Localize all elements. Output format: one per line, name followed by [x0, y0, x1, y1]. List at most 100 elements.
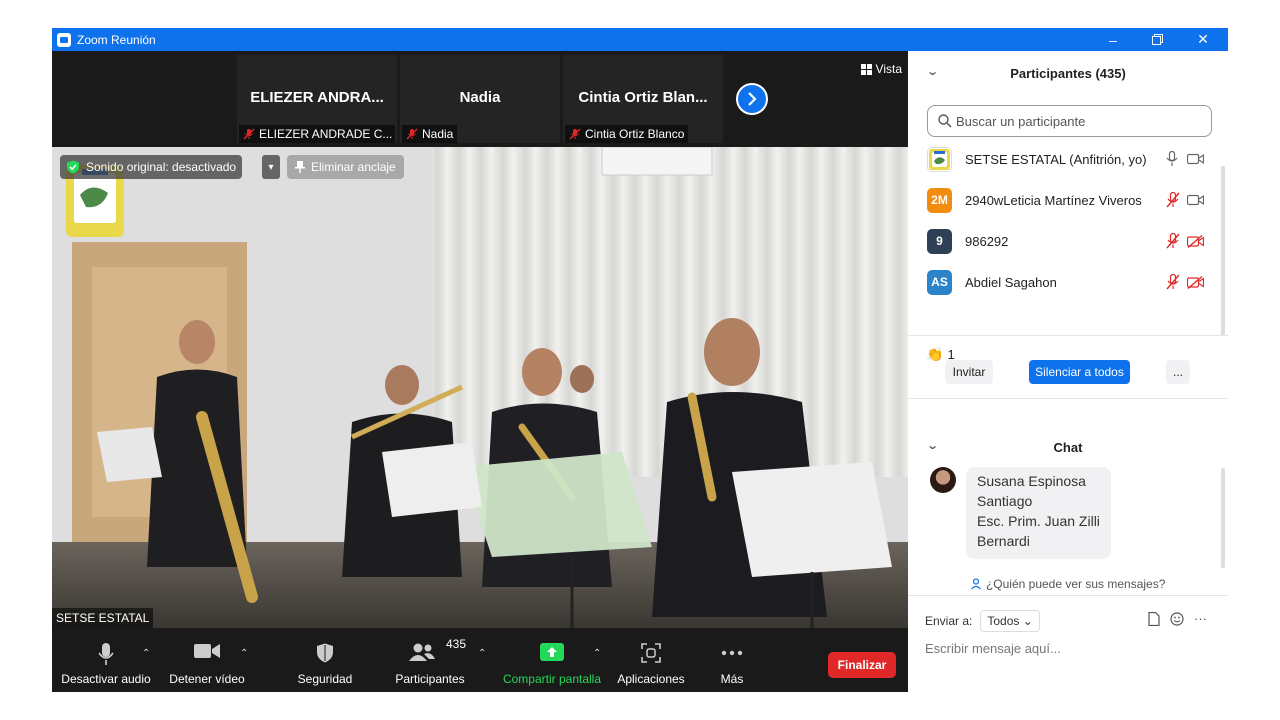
speaker-name-label: SETSE ESTATAL: [52, 608, 154, 628]
emoji-icon[interactable]: [1170, 611, 1184, 626]
chat-tools: ···: [1148, 611, 1207, 626]
muted-mic-icon[interactable]: [1166, 192, 1180, 208]
grid-icon: [860, 63, 872, 75]
title-bar: Zoom Reunión – ✕: [52, 28, 1228, 51]
view-button[interactable]: Vista: [860, 62, 902, 76]
chat-message-input[interactable]: Escribir mensaje aquí...: [925, 641, 1215, 656]
participant-name: SETSE ESTATAL (Anfitrión, yo): [965, 151, 1147, 167]
participant-row[interactable]: AS Abdiel Sagahon: [908, 262, 1218, 302]
audio-options-caret[interactable]: ⌃: [142, 648, 150, 659]
participant-thumbnail[interactable]: Nadia Nadia: [400, 55, 560, 143]
original-sound-status[interactable]: Sonido original: desactivado: [60, 155, 243, 179]
who-can-see-messages-link[interactable]: ¿Quién puede ver sus mensajes?: [908, 577, 1228, 591]
view-button-label: Vista: [875, 62, 902, 76]
apps-button[interactable]: Aplicaciones: [612, 628, 690, 692]
thumbnail-label: Nadia: [402, 125, 458, 143]
mute-audio-button[interactable]: Desactivar audio: [60, 628, 152, 692]
thumbnail-label-text: ELIEZER ANDRADE C...: [259, 127, 393, 141]
mute-audio-label: Desactivar audio: [61, 672, 151, 686]
thumbnail-strip: ELIEZER ANDRA... ELIEZER ANDRADE C... Na…: [52, 51, 908, 147]
participant-name: 986292: [965, 233, 1009, 249]
security-label: Seguridad: [297, 672, 353, 686]
video-camera-icon: [194, 644, 220, 658]
video-camera-icon[interactable]: [1187, 153, 1204, 165]
participant-name: 2940wLeticia Martínez Viveros: [965, 192, 1142, 208]
shield-icon: [317, 643, 333, 663]
muted-mic-icon[interactable]: [1166, 233, 1180, 249]
thumbnail-display-name: Cintia Ortiz Blan...: [578, 89, 708, 106]
unpin-label: Eliminar anclaje: [311, 160, 396, 174]
thumbnail-display-name: ELIEZER ANDRA...: [250, 89, 384, 106]
more-dots-icon: [721, 650, 743, 656]
close-window-button[interactable]: ✕: [1180, 28, 1226, 51]
participants-options-caret[interactable]: ⌃: [478, 648, 486, 659]
zoom-app-icon: [57, 32, 71, 47]
video-camera-icon[interactable]: [1187, 194, 1204, 206]
chat-scrollbar[interactable]: [1221, 468, 1225, 568]
sound-status-text: Sonido original: desactivado: [86, 160, 237, 174]
microphone-icon[interactable]: [1166, 151, 1178, 167]
collapse-chevron-icon[interactable]: ⌄: [926, 65, 939, 78]
video-options-caret[interactable]: ⌃: [240, 648, 248, 659]
mute-all-button[interactable]: Silenciar a todos: [1029, 360, 1130, 384]
share-screen-button[interactable]: Compartir pantalla: [498, 628, 606, 692]
avatar: 9: [927, 228, 952, 254]
search-placeholder: Buscar un participante: [956, 113, 1086, 129]
share-screen-label: Compartir pantalla: [502, 672, 602, 686]
chat-message: Susana Espinosa Santiago Esc. Prim. Juan…: [966, 467, 1111, 559]
participants-count: 435: [446, 637, 467, 651]
thumbnail-label: Cintia Ortiz Blanco: [565, 125, 689, 143]
participant-row[interactable]: 2M 2940wLeticia Martínez Viveros: [908, 180, 1218, 220]
stop-video-label: Detener vídeo: [169, 672, 245, 686]
participant-thumbnail[interactable]: ELIEZER ANDRA... ELIEZER ANDRADE C...: [237, 55, 397, 143]
video-off-icon[interactable]: [1187, 275, 1204, 289]
apps-icon: [641, 643, 661, 663]
participant-row[interactable]: 9 986292: [908, 221, 1218, 261]
muted-mic-icon[interactable]: [1166, 274, 1180, 290]
avatar: AS: [927, 269, 952, 295]
avatar: 2M: [927, 187, 952, 213]
share-options-caret[interactable]: ⌃: [593, 648, 601, 659]
chat-message-text: Susana Espinosa Santiago Esc. Prim. Juan…: [977, 473, 1100, 549]
end-meeting-button[interactable]: Finalizar: [828, 652, 896, 678]
video-off-icon[interactable]: [1187, 234, 1204, 248]
avatar: [927, 146, 952, 172]
window-title: Zoom Reunión: [77, 32, 156, 47]
unpin-button[interactable]: Eliminar anclaje: [287, 155, 404, 179]
more-label: Más: [720, 672, 744, 686]
participants-panel-header: ⌄ Participantes (435): [908, 53, 1228, 93]
security-button[interactable]: Seguridad: [284, 628, 366, 692]
search-icon: [938, 114, 952, 128]
minimize-button[interactable]: –: [1090, 28, 1136, 51]
participants-icon: [409, 643, 435, 661]
participant-search-input[interactable]: Buscar un participante: [927, 105, 1212, 137]
sound-options-dropdown[interactable]: ▾: [262, 155, 280, 179]
participant-name: Abdiel Sagahon: [965, 274, 1057, 290]
participants-button[interactable]: 435 Participantes: [388, 628, 472, 692]
collapse-chevron-icon[interactable]: ⌄: [926, 439, 939, 452]
band-video-frame: [52, 147, 908, 628]
more-button[interactable]: Más: [704, 628, 760, 692]
participant-row[interactable]: SETSE ESTATAL (Anfitrión, yo): [908, 139, 1218, 179]
invite-button[interactable]: Invitar: [945, 360, 993, 384]
who-can-see-text: ¿Quién puede ver sus mensajes?: [985, 577, 1166, 591]
participants-panel-title: Participantes (435): [1010, 65, 1126, 81]
avatar: [930, 467, 956, 493]
muted-mic-icon: [406, 128, 418, 140]
send-to-label: Enviar a:: [925, 614, 973, 628]
send-to-dropdown[interactable]: Todos ⌄: [980, 610, 1040, 632]
divider: [908, 595, 1228, 596]
more-options-button[interactable]: ...: [1166, 360, 1190, 384]
person-eye-icon: [970, 578, 981, 590]
participants-scrollbar[interactable]: [1221, 166, 1225, 336]
main-video[interactable]: Sonido original: desactivado ▾ Eliminar …: [52, 147, 908, 628]
next-page-button[interactable]: [736, 83, 768, 115]
stop-video-button[interactable]: Detener vídeo: [164, 628, 250, 692]
video-area: ELIEZER ANDRA... ELIEZER ANDRADE C... Na…: [52, 51, 908, 692]
more-dots-icon[interactable]: ···: [1194, 611, 1207, 626]
restore-button[interactable]: [1134, 28, 1180, 51]
participant-thumbnail[interactable]: Cintia Ortiz Blan... Cintia Ortiz Blanco: [563, 55, 723, 143]
org-logo-icon: [929, 148, 950, 170]
participants-label: Participantes: [395, 672, 465, 686]
file-icon[interactable]: [1148, 611, 1160, 626]
